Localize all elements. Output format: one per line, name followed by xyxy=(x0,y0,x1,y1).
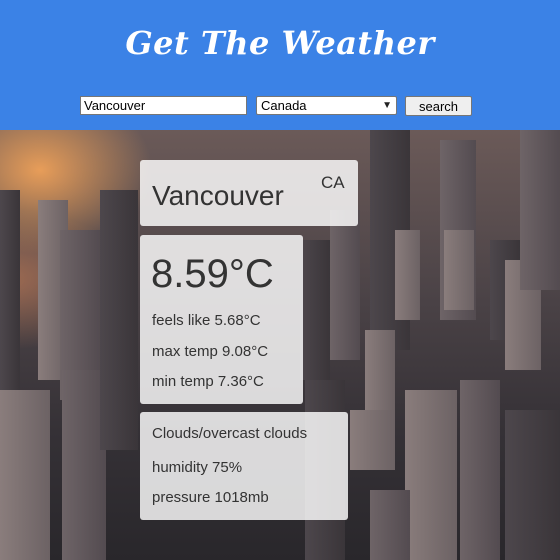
weather-description: Clouds/overcast clouds xyxy=(152,425,308,442)
city-name: Vancouver xyxy=(152,180,284,211)
min-temp: min temp 7.36°C xyxy=(152,373,264,390)
country-select-value: Canada xyxy=(261,98,307,113)
max-temp: max temp 9.08°C xyxy=(152,343,269,360)
app-title: Get The Weather xyxy=(125,24,435,62)
temperature-card: 8.59°C feels like 5.68°C max temp 9.08°C… xyxy=(140,235,303,404)
conditions-card: Clouds/overcast clouds humidity 75% pres… xyxy=(140,412,348,520)
current-temperature: 8.59°C xyxy=(151,252,274,296)
country-select[interactable]: Canada ▼ xyxy=(256,96,397,115)
humidity: humidity 75% xyxy=(152,459,243,476)
pressure: pressure 1018mb xyxy=(152,489,269,506)
country-code: CA xyxy=(321,173,345,192)
chevron-down-icon: ▼ xyxy=(382,100,392,111)
city-search-input[interactable] xyxy=(80,96,247,115)
feels-like: feels like 5.68°C xyxy=(152,312,261,329)
city-card: Vancouver CA xyxy=(140,160,358,226)
app-header: Get The Weather Canada ▼ search xyxy=(0,0,560,130)
search-button[interactable]: search xyxy=(405,96,472,116)
